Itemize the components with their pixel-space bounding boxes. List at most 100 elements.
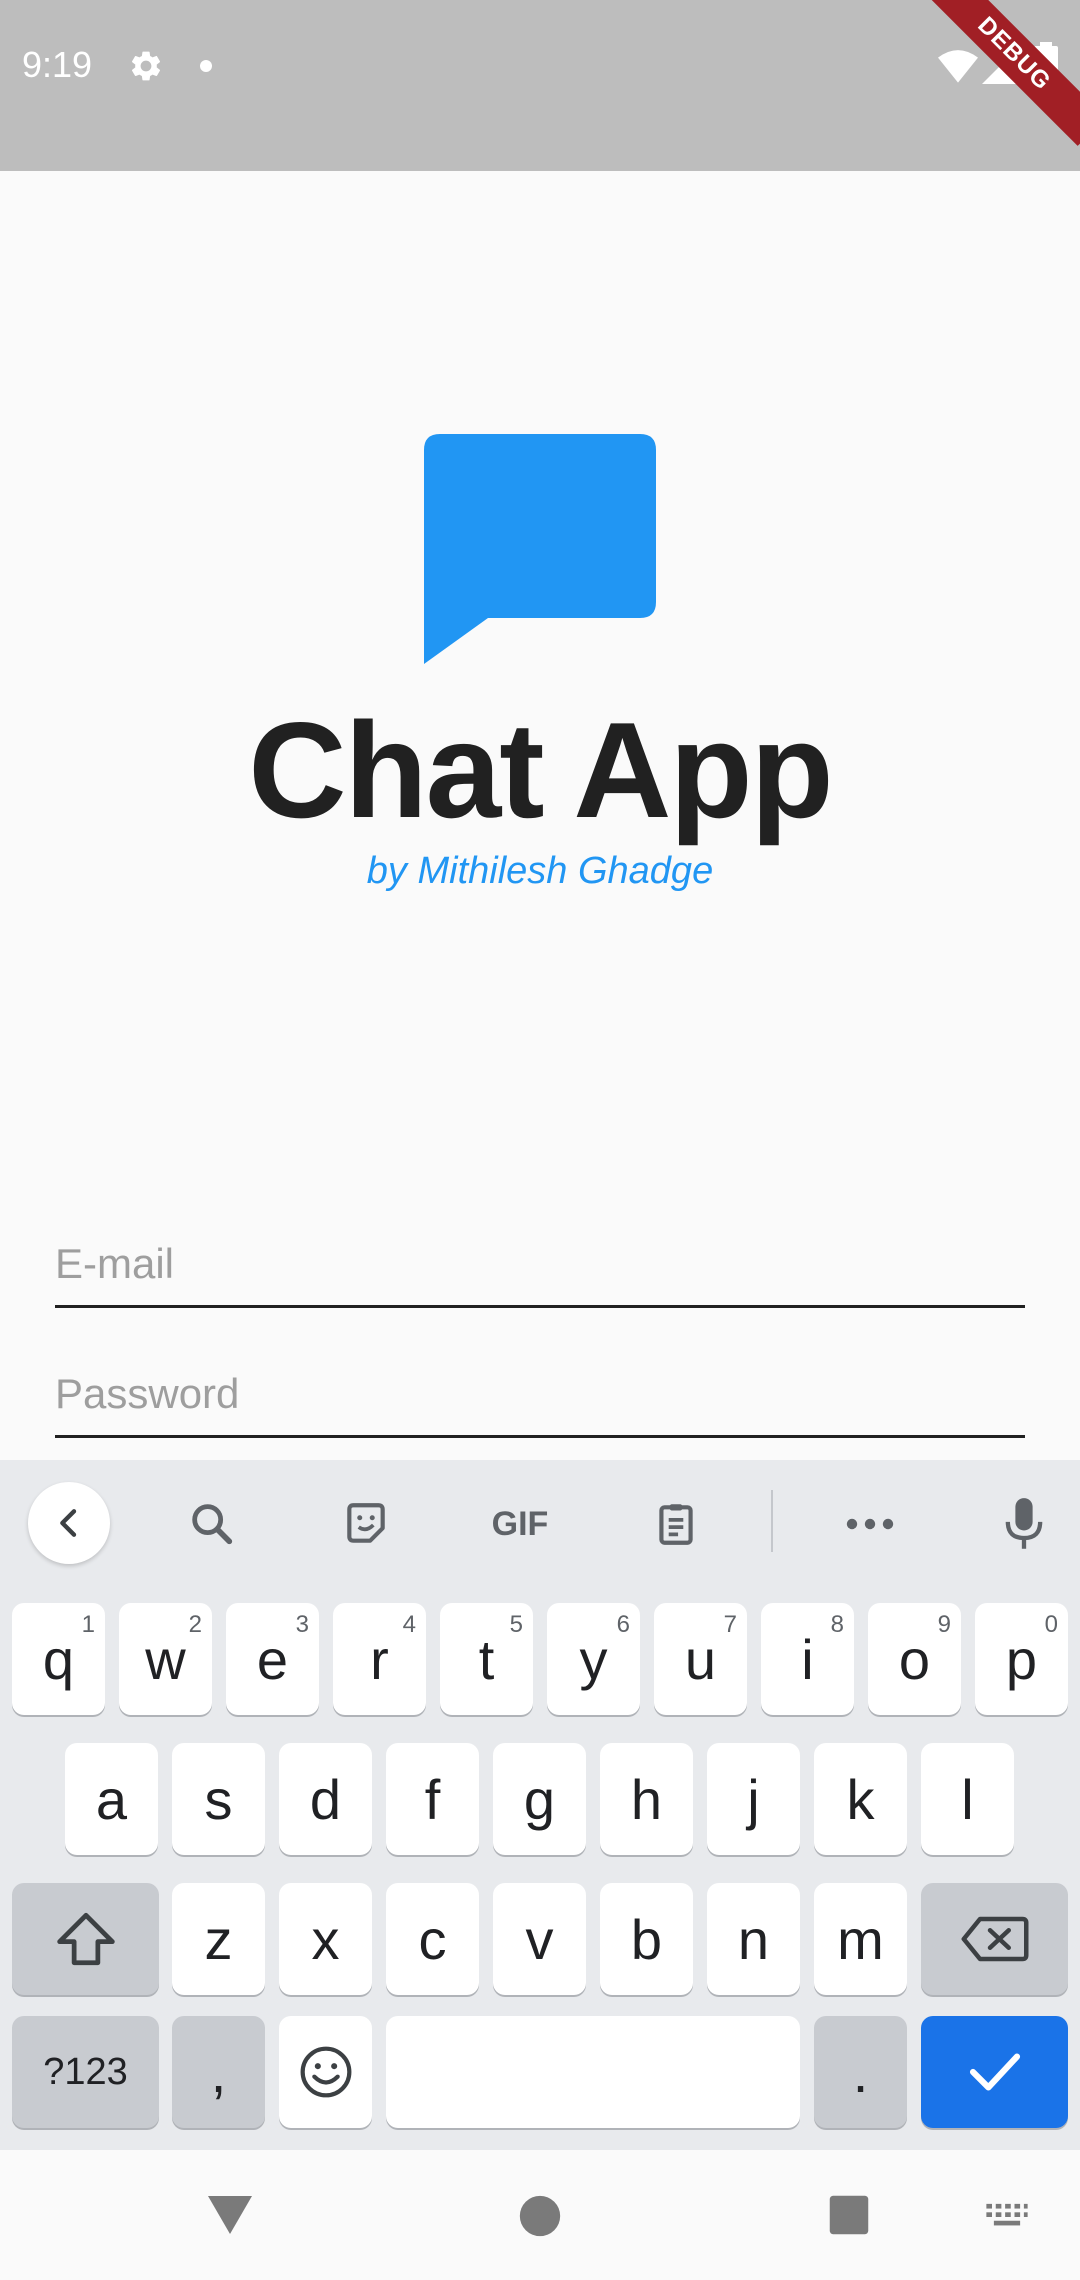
- on-screen-keyboard: GIF q1 w2 e3 r4 t5 y 6 u 7 i 8 o 9 p 0 a…: [0, 1460, 1080, 2150]
- keyboard-search-button[interactable]: [170, 1482, 254, 1566]
- key-label: k: [846, 1767, 875, 1831]
- key-label: u: [684, 1627, 717, 1691]
- key-label: z: [204, 1907, 233, 1971]
- comma-key[interactable]: ,: [172, 2016, 265, 2128]
- key-a[interactable]: a: [65, 1743, 158, 1855]
- password-field[interactable]: [55, 1356, 1025, 1432]
- key-label: t: [478, 1627, 495, 1691]
- key-label: o: [898, 1627, 931, 1691]
- recents-icon[interactable]: [828, 2194, 870, 2236]
- backspace-key[interactable]: [921, 1883, 1068, 1995]
- key-hint: 4: [402, 1611, 416, 1638]
- key-h[interactable]: h: [600, 1743, 693, 1855]
- key-label: c: [418, 1907, 447, 1971]
- search-icon: [192, 1504, 233, 1545]
- home-icon[interactable]: [518, 2194, 562, 2238]
- key-n[interactable]: n: [707, 1883, 800, 1995]
- key-r[interactable]: r4: [333, 1603, 426, 1715]
- key-l[interactable]: l: [921, 1743, 1014, 1855]
- mic-icon: [1005, 1498, 1043, 1549]
- keyboard-mic-button[interactable]: [982, 1482, 1066, 1566]
- gif-icon: GIF: [491, 1504, 549, 1543]
- key-u[interactable]: u7: [654, 1603, 747, 1715]
- key-z[interactable]: z: [172, 1883, 265, 1995]
- key-label: b: [630, 1907, 663, 1971]
- clipboard-icon: [659, 1504, 693, 1545]
- key-e[interactable]: e3: [226, 1603, 319, 1715]
- keyboard-switch-icon[interactable]: [984, 2202, 1030, 2232]
- key-label: j: [747, 1767, 760, 1831]
- key-hint: 3: [295, 1611, 309, 1638]
- key-label: f: [424, 1767, 441, 1831]
- navigation-bar: [0, 2150, 1080, 2280]
- key-label: g: [523, 1767, 556, 1831]
- keyboard-clipboard-button[interactable]: [634, 1482, 718, 1566]
- key-label: s: [204, 1767, 233, 1831]
- status-time: 9:19: [22, 44, 93, 85]
- keyboard-sticker-button[interactable]: [324, 1482, 408, 1566]
- sticker-icon: [347, 1503, 385, 1543]
- key-b[interactable]: b: [600, 1883, 693, 1995]
- email-field-container: [55, 1226, 1025, 1308]
- key-label: d: [309, 1767, 342, 1831]
- key-label: i: [801, 1627, 814, 1691]
- settings-icon: [131, 51, 161, 81]
- key-y[interactable]: y6: [547, 1603, 640, 1715]
- key-o[interactable]: o9: [868, 1603, 961, 1715]
- notification-dot-icon: [200, 60, 212, 72]
- key-label: ,: [210, 2040, 227, 2104]
- key-label: l: [961, 1767, 974, 1831]
- key-hint: 0: [1044, 1611, 1058, 1638]
- more-icon: [846, 1518, 894, 1530]
- key-k[interactable]: k: [814, 1743, 907, 1855]
- key-v[interactable]: v: [493, 1883, 586, 1995]
- shift-icon: [56, 1912, 115, 1966]
- symbols-key[interactable]: ?123: [12, 2016, 159, 2128]
- back-icon[interactable]: [206, 2194, 254, 2236]
- app-subtitle: by Mithilesh Ghadge: [366, 850, 714, 892]
- key-d[interactable]: d: [279, 1743, 372, 1855]
- key-hint: 6: [616, 1611, 630, 1638]
- period-key[interactable]: .: [814, 2016, 907, 2128]
- key-p[interactable]: p0: [975, 1603, 1068, 1715]
- keyboard-back-button[interactable]: [28, 1482, 110, 1564]
- key-label: p: [1005, 1627, 1038, 1691]
- key-label: w: [145, 1627, 186, 1691]
- key-w[interactable]: w2: [119, 1603, 212, 1715]
- key-t[interactable]: t5: [440, 1603, 533, 1715]
- keyboard-more-button[interactable]: [828, 1482, 912, 1566]
- keyboard-gif-button[interactable]: GIF: [478, 1482, 562, 1566]
- key-label: .: [852, 2040, 869, 2104]
- key-i[interactable]: i8: [761, 1603, 854, 1715]
- enter-key[interactable]: [921, 2016, 1068, 2128]
- emoji-key[interactable]: [279, 2016, 372, 2128]
- key-label: v: [525, 1907, 554, 1971]
- emoji-icon: [300, 2046, 351, 2098]
- key-label: q: [42, 1627, 75, 1691]
- key-x[interactable]: x: [279, 1883, 372, 1995]
- key-c[interactable]: c: [386, 1883, 479, 1995]
- key-q[interactable]: q1: [12, 1603, 105, 1715]
- checkmark-icon: [969, 2053, 1020, 2091]
- key-hint: 9: [937, 1611, 951, 1638]
- key-label: e: [256, 1627, 289, 1691]
- key-j[interactable]: j: [707, 1743, 800, 1855]
- status-bar: 9:19 DEBUG: [0, 0, 1080, 171]
- keyboard-toolbar: GIF: [0, 1460, 1080, 1584]
- password-field-container: [55, 1356, 1025, 1438]
- shift-key[interactable]: [12, 1883, 159, 1995]
- debug-banner-label: DEBUG: [922, 0, 1080, 146]
- chevron-left-icon: [60, 1509, 77, 1537]
- toolbar-divider: [771, 1490, 773, 1552]
- key-s[interactable]: s: [172, 1743, 265, 1855]
- space-key[interactable]: [386, 2016, 800, 2128]
- email-field[interactable]: [55, 1226, 1025, 1302]
- key-label: h: [630, 1767, 663, 1831]
- key-f[interactable]: f: [386, 1743, 479, 1855]
- key-label: r: [370, 1627, 389, 1691]
- key-g[interactable]: g: [493, 1743, 586, 1855]
- key-m[interactable]: m: [814, 1883, 907, 1995]
- key-hint: 1: [81, 1611, 95, 1638]
- key-label: n: [737, 1907, 770, 1971]
- key-label: y: [579, 1627, 608, 1691]
